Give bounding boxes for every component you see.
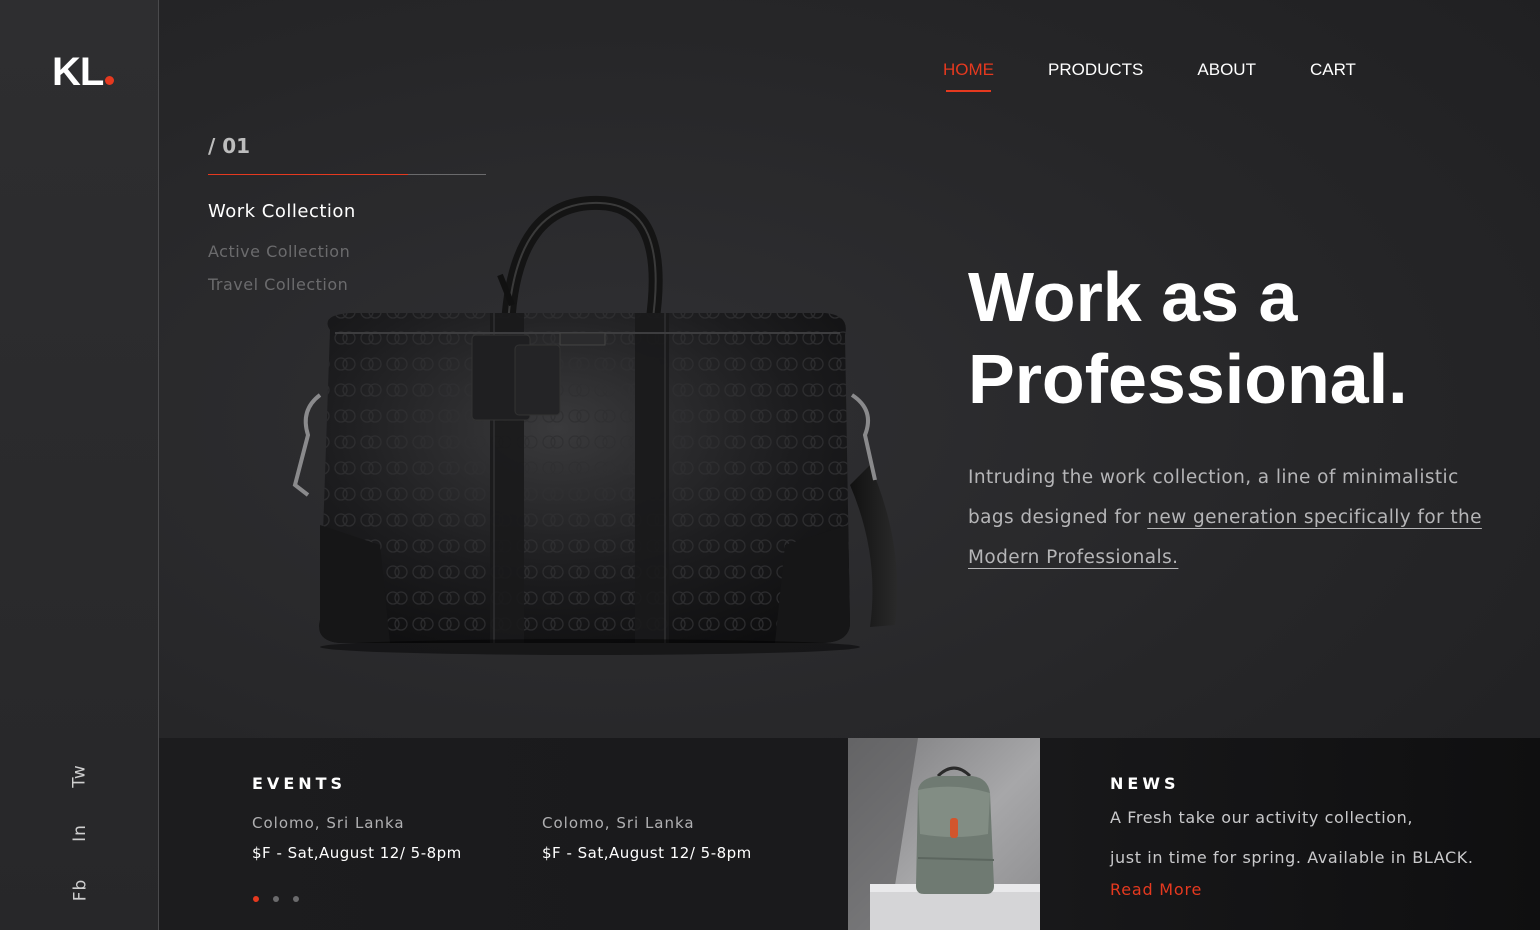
logo-dot-icon xyxy=(105,76,115,85)
event-date: $F - Sat,August 12/ 5-8pm xyxy=(542,844,752,862)
page: KL Tw In Fb HOME PRODUCTS ABOUT CART / 0… xyxy=(0,0,1540,930)
hero-headline-line2: Professional. xyxy=(968,340,1408,418)
linkedin-link[interactable]: In xyxy=(62,813,98,853)
sidebar: KL Tw In Fb xyxy=(0,0,159,930)
linkedin-label: In xyxy=(69,824,90,842)
pagination-dot-3[interactable] xyxy=(293,896,299,902)
event-item[interactable]: Colomo, Sri Lanka $F - Sat,August 12/ 5-… xyxy=(252,814,462,862)
event-location: Colomo, Sri Lanka xyxy=(252,814,405,832)
twitter-label: Tw xyxy=(69,764,90,788)
news-title: NEWS xyxy=(1110,774,1180,793)
nav-about[interactable]: ABOUT xyxy=(1197,60,1256,92)
backpack-image[interactable] xyxy=(848,738,1040,930)
bottom-section: EVENTS Colomo, Sri Lanka $F - Sat,August… xyxy=(159,738,1540,930)
pagination-dot-1[interactable] xyxy=(253,896,259,902)
event-location: Colomo, Sri Lanka xyxy=(542,814,695,832)
hero-headline-line1: Work as a xyxy=(968,258,1298,336)
event-item[interactable]: Colomo, Sri Lanka $F - Sat,August 12/ 5-… xyxy=(542,814,752,862)
slide-progress-line xyxy=(208,174,486,175)
events-pagination xyxy=(253,896,313,902)
event-date: $F - Sat,August 12/ 5-8pm xyxy=(252,844,462,862)
logo[interactable]: KL xyxy=(52,50,115,94)
pagination-dot-2[interactable] xyxy=(273,896,279,902)
logo-text: KL xyxy=(52,50,104,94)
duffel-bag-image xyxy=(280,195,930,665)
slide-number: / 01 xyxy=(208,134,251,158)
nav-products[interactable]: PRODUCTS xyxy=(1048,60,1143,92)
facebook-label: Fb xyxy=(69,878,90,902)
events-title: EVENTS xyxy=(252,774,347,793)
twitter-link[interactable]: Tw xyxy=(62,756,98,796)
news-text-line2: just in time for spring. Available in BL… xyxy=(1110,848,1474,867)
hero-description: Intruding the work collection, a line of… xyxy=(968,458,1488,578)
facebook-link[interactable]: Fb xyxy=(62,870,98,910)
nav-cart[interactable]: CART xyxy=(1310,60,1356,92)
news-text-line1: A Fresh take our activity collection, xyxy=(1110,808,1414,827)
read-more-link[interactable]: Read More xyxy=(1110,880,1202,899)
hero-headline: Work as a Professional. xyxy=(968,256,1408,420)
main-nav: HOME PRODUCTS ABOUT CART xyxy=(943,60,1410,92)
nav-home[interactable]: HOME xyxy=(943,60,994,92)
